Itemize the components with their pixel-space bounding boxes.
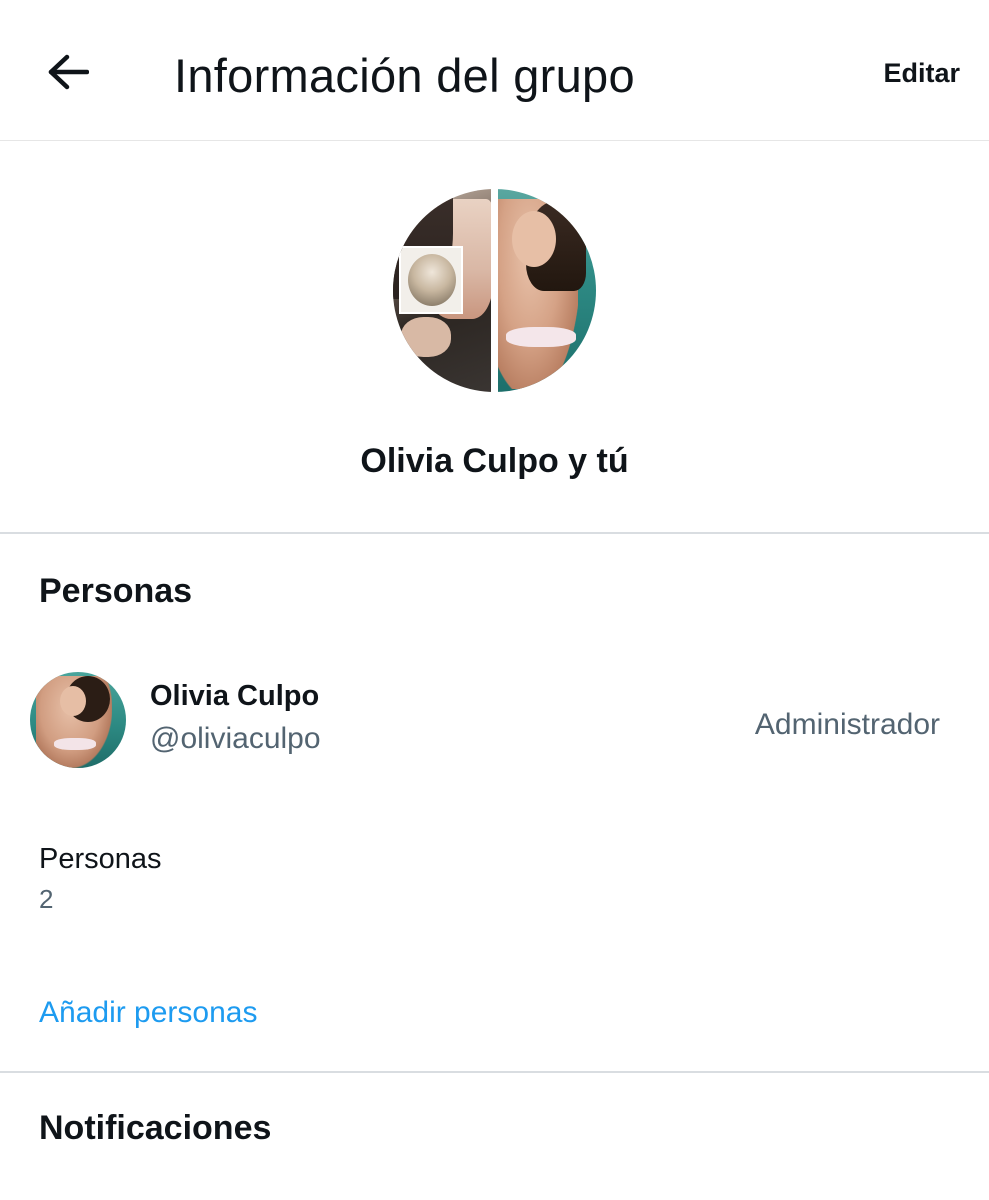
member-handle: @oliviaculpo xyxy=(150,722,321,755)
section-divider xyxy=(0,1071,989,1073)
arrow-left-icon xyxy=(47,54,90,95)
group-info-screen: Información del grupo Editar Olivia Culp… xyxy=(0,0,989,1200)
edit-button[interactable]: Editar xyxy=(883,58,960,89)
member-row[interactable]: Olivia Culpo @oliviaculpo Administrador xyxy=(0,660,989,782)
group-avatar-member-photo-right xyxy=(498,189,596,392)
people-count-label: Personas xyxy=(39,843,162,875)
people-count-value: 2 xyxy=(39,884,54,914)
back-button[interactable] xyxy=(30,36,106,112)
notifications-section-title: Notificaciones xyxy=(39,1109,272,1147)
add-people-link[interactable]: Añadir personas xyxy=(39,996,257,1030)
member-role-badge: Administrador xyxy=(754,708,940,741)
top-bar: Información del grupo Editar xyxy=(0,0,989,141)
avatar xyxy=(30,672,126,768)
people-section-title: Personas xyxy=(39,572,193,610)
group-name: Olivia Culpo y tú xyxy=(360,442,629,480)
group-avatar-member-photo-left xyxy=(393,189,493,392)
group-avatar[interactable] xyxy=(393,189,596,392)
page-title: Información del grupo xyxy=(174,49,635,102)
section-divider xyxy=(0,532,989,534)
member-name: Olivia Culpo xyxy=(150,680,320,712)
